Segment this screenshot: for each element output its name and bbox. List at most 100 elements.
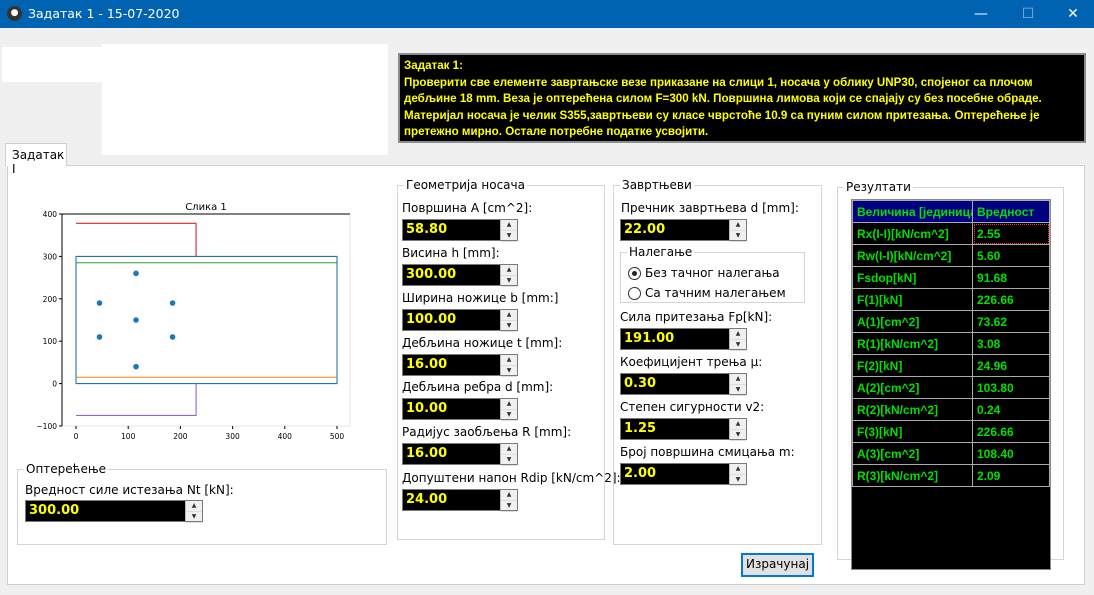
geometry-field-value[interactable]: 100.00 [403, 310, 500, 330]
result-row[interactable]: A(3)[cm^2] 108.40 [852, 442, 1050, 465]
spin-up-icon[interactable]: ▲ [730, 464, 746, 475]
result-row[interactable]: F(1)[kN] 226.66 [852, 288, 1050, 311]
result-row[interactable]: A(1)[cm^2] 73.62 [852, 310, 1050, 333]
diameter-value[interactable]: 22.00 [621, 220, 729, 240]
bolt-field-spinner[interactable]: 191.00 ▲ ▼ [620, 328, 747, 351]
result-quantity[interactable]: F(3)[kN] [852, 420, 973, 443]
load-value[interactable]: 300.00 [26, 501, 185, 521]
result-quantity[interactable]: F(1)[kN] [852, 288, 973, 311]
result-quantity[interactable]: F(2)[kN] [852, 354, 973, 377]
bolt-field-value[interactable]: 1.25 [621, 419, 729, 439]
result-quantity[interactable]: Rx(I-I)[kN/cm^2] [852, 222, 973, 245]
result-row[interactable]: Rx(I-I)[kN/cm^2] 2.55 [852, 222, 1050, 245]
load-value-spinner[interactable]: 300.00 ▲ ▼ [25, 500, 203, 523]
geometry-field-value[interactable]: 16.00 [403, 444, 500, 464]
bolt-field-spinner[interactable]: 0.30 ▲ ▼ [620, 373, 747, 396]
result-value[interactable]: 226.66 [972, 420, 1050, 443]
geometry-field-value[interactable]: 10.00 [403, 399, 500, 419]
spin-up-icon[interactable]: ▲ [501, 220, 517, 231]
result-value[interactable]: 91.68 [972, 266, 1050, 289]
result-row[interactable]: F(2)[kN] 24.96 [852, 354, 1050, 377]
geometry-field-value[interactable]: 24.00 [403, 490, 500, 510]
result-value[interactable]: 3.08 [972, 332, 1050, 355]
spin-down-icon[interactable]: ▼ [186, 512, 202, 523]
header-quantity[interactable]: Величина [јединица] [852, 200, 973, 223]
result-row[interactable]: A(2)[cm^2] 103.80 [852, 376, 1050, 399]
result-value[interactable]: 2.55 [972, 222, 1050, 245]
geometry-field-value[interactable]: 16.00 [403, 355, 500, 375]
result-value[interactable]: 73.62 [972, 310, 1050, 333]
spin-down-icon[interactable]: ▼ [501, 276, 517, 287]
geometry-field-spinner[interactable]: 16.00 ▲ ▼ [402, 354, 518, 377]
spin-down-icon[interactable]: ▼ [730, 340, 746, 351]
result-quantity[interactable]: R(3)[kN/cm^2] [852, 464, 973, 487]
result-row[interactable]: R(1)[kN/cm^2] 3.08 [852, 332, 1050, 355]
geometry-field-spinner[interactable]: 300.00 ▲ ▼ [402, 264, 518, 287]
spin-up-icon[interactable]: ▲ [730, 374, 746, 385]
radio-checked-icon[interactable] [628, 266, 641, 280]
spin-up-icon[interactable]: ▲ [186, 501, 202, 512]
spin-up-icon[interactable]: ▲ [730, 220, 746, 231]
spin-down-icon[interactable]: ▼ [730, 231, 746, 242]
spin-up-icon[interactable]: ▲ [501, 444, 517, 455]
result-row[interactable]: Rw(I-I)[kN/cm^2] 5.60 [852, 244, 1050, 267]
geometry-field-spinner[interactable]: 10.00 ▲ ▼ [402, 398, 518, 421]
result-quantity[interactable]: A(1)[cm^2] [852, 310, 973, 333]
spin-down-icon[interactable]: ▼ [501, 321, 517, 332]
result-quantity[interactable]: Fsdop[kN] [852, 266, 973, 289]
spin-up-icon[interactable]: ▲ [501, 310, 517, 321]
spin-down-icon[interactable]: ▼ [730, 475, 746, 486]
result-quantity[interactable]: R(2)[kN/cm^2] [852, 398, 973, 421]
result-value[interactable]: 5.60 [972, 244, 1050, 267]
bolt-field-value[interactable]: 2.00 [621, 464, 729, 484]
spin-down-icon[interactable]: ▼ [730, 385, 746, 396]
diameter-spinner[interactable]: 22.00 ▲ ▼ [620, 219, 747, 242]
result-value[interactable]: 108.40 [972, 442, 1050, 465]
result-quantity[interactable]: A(3)[cm^2] [852, 442, 973, 465]
geometry-field-value[interactable]: 58.80 [403, 220, 500, 240]
spin-up-icon[interactable]: ▲ [730, 329, 746, 340]
spin-down-icon[interactable]: ▼ [501, 410, 517, 421]
result-value[interactable]: 103.80 [972, 376, 1050, 399]
maximize-button[interactable]: ☐ [1005, 0, 1051, 28]
tab-zadatak-1[interactable]: Задатак I [5, 143, 67, 176]
spin-down-icon[interactable]: ▼ [501, 366, 517, 377]
radio-without-exact-bearing[interactable]: Без тачног налегања [628, 266, 780, 280]
spin-up-icon[interactable]: ▲ [730, 419, 746, 430]
geometry-field-spinner[interactable]: 58.80 ▲ ▼ [402, 219, 518, 242]
spin-up-icon[interactable]: ▲ [501, 399, 517, 410]
radio-with-exact-bearing[interactable]: Са тачним налегањем [628, 286, 786, 300]
spin-up-icon[interactable]: ▲ [501, 355, 517, 366]
bolt-field-spinner[interactable]: 1.25 ▲ ▼ [620, 418, 747, 441]
geometry-field-spinner[interactable]: 100.00 ▲ ▼ [402, 309, 518, 332]
results-grid[interactable]: Величина [јединица] Вредност Rx(I-I)[kN/… [851, 199, 1051, 570]
result-value[interactable]: 24.96 [972, 354, 1050, 377]
calculate-button[interactable]: Израчунај [741, 553, 814, 577]
bolt-field-value[interactable]: 0.30 [621, 374, 729, 394]
bolt-field-spinner[interactable]: 2.00 ▲ ▼ [620, 463, 747, 486]
close-button[interactable]: ✕ [1050, 0, 1094, 28]
geometry-field-spinner[interactable]: 24.00 ▲ ▼ [402, 489, 518, 512]
spin-down-icon[interactable]: ▼ [730, 430, 746, 441]
spin-up-icon[interactable]: ▲ [501, 265, 517, 276]
bolt-field-value[interactable]: 191.00 [621, 329, 729, 349]
result-row[interactable]: F(3)[kN] 226.66 [852, 420, 1050, 443]
result-row[interactable]: R(3)[kN/cm^2] 2.09 [852, 464, 1050, 487]
result-value[interactable]: 2.09 [972, 464, 1050, 487]
geometry-field-spinner[interactable]: 16.00 ▲ ▼ [402, 443, 518, 466]
result-quantity[interactable]: R(1)[kN/cm^2] [852, 332, 973, 355]
header-value[interactable]: Вредност [972, 200, 1050, 223]
spin-down-icon[interactable]: ▼ [501, 455, 517, 466]
result-quantity[interactable]: Rw(I-I)[kN/cm^2] [852, 244, 973, 267]
spin-up-icon[interactable]: ▲ [501, 490, 517, 501]
result-row[interactable]: R(2)[kN/cm^2] 0.24 [852, 398, 1050, 421]
result-value[interactable]: 226.66 [972, 288, 1050, 311]
minimize-button[interactable]: — [958, 0, 1004, 28]
result-value[interactable]: 0.24 [972, 398, 1050, 421]
geometry-field-value[interactable]: 300.00 [403, 265, 500, 285]
radio-unchecked-icon[interactable] [628, 286, 641, 300]
result-quantity[interactable]: A(2)[cm^2] [852, 376, 973, 399]
spin-down-icon[interactable]: ▼ [501, 231, 517, 242]
result-row[interactable]: Fsdop[kN] 91.68 [852, 266, 1050, 289]
spin-down-icon[interactable]: ▼ [501, 501, 517, 512]
